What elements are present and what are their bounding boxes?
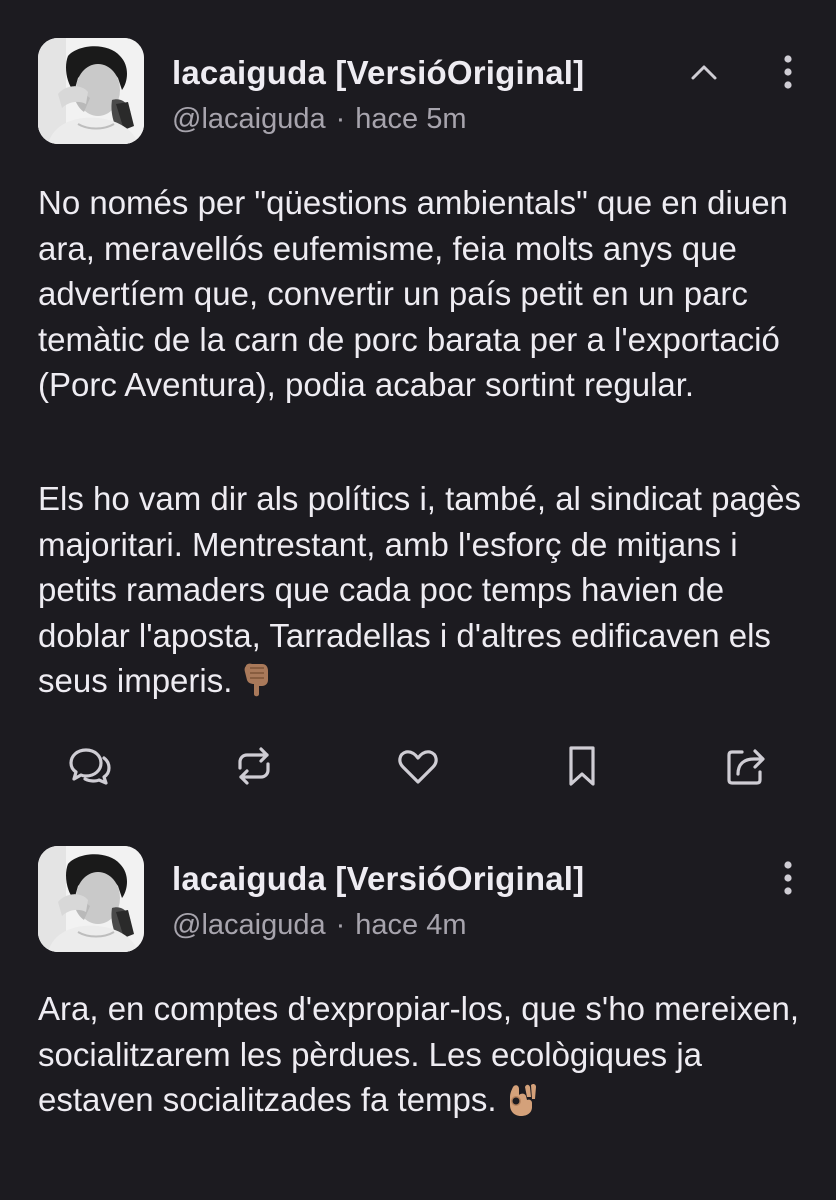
timestamp[interactable]: hace 5m — [355, 103, 466, 135]
favourite-button[interactable] — [388, 736, 448, 796]
paragraph-text: Els ho vam dir als polítics i, també, al… — [38, 480, 802, 699]
avatar[interactable] — [38, 846, 144, 952]
post-content: Els ho vam dir als polítics i, també, al… — [38, 476, 808, 710]
profile-photo-icon — [38, 846, 144, 952]
chevron-up-icon — [691, 65, 717, 80]
more-vertical-icon — [784, 861, 792, 895]
ok-hand-emoji — [503, 1081, 539, 1129]
post-paragraph: Ara, en comptes d'expropiar-los, que s'h… — [38, 986, 808, 1129]
share-button[interactable] — [716, 736, 776, 796]
avatar[interactable] — [38, 38, 144, 144]
favourite-icon — [398, 750, 438, 784]
post-meta: @lacaiguda · hace 4m — [172, 909, 467, 942]
boost-button[interactable] — [224, 736, 284, 796]
display-name[interactable]: lacaiguda [VersióOriginal] — [172, 860, 584, 898]
share-icon — [727, 749, 765, 785]
post-paragraph: Els ho vam dir als polítics i, també, al… — [38, 476, 808, 710]
more-vertical-icon — [784, 55, 792, 89]
bookmark-icon — [569, 746, 595, 786]
bookmark-button[interactable] — [552, 736, 612, 796]
collapse-button[interactable] — [680, 48, 728, 96]
post-actions — [0, 736, 836, 796]
meta-separator: · — [335, 909, 346, 941]
ok-hand-icon — [509, 1083, 536, 1116]
post-paragraph: No només per "qüestions ambientals" que … — [38, 184, 788, 403]
reply-icon — [69, 748, 111, 785]
post-content: Ara, en comptes d'expropiar-los, que s'h… — [38, 986, 808, 1129]
pointing-down-emoji — [238, 662, 274, 710]
more-options-button[interactable] — [764, 852, 812, 904]
boost-icon — [238, 747, 270, 785]
paragraph-text: Ara, en comptes d'expropiar-los, que s'h… — [38, 990, 799, 1118]
more-options-button[interactable] — [764, 46, 812, 98]
reply-button[interactable] — [60, 736, 120, 796]
handle[interactable]: @lacaiguda — [172, 103, 326, 135]
meta-separator: · — [335, 103, 346, 135]
timestamp[interactable]: hace 4m — [355, 909, 466, 941]
profile-photo-icon — [38, 38, 144, 144]
display-name[interactable]: lacaiguda [VersióOriginal] — [172, 54, 584, 92]
post-content: No només per "qüestions ambientals" que … — [38, 180, 808, 408]
pointing-down-icon — [244, 663, 269, 697]
handle[interactable]: @lacaiguda — [172, 909, 326, 941]
post-meta: @lacaiguda · hace 5m — [172, 103, 467, 136]
